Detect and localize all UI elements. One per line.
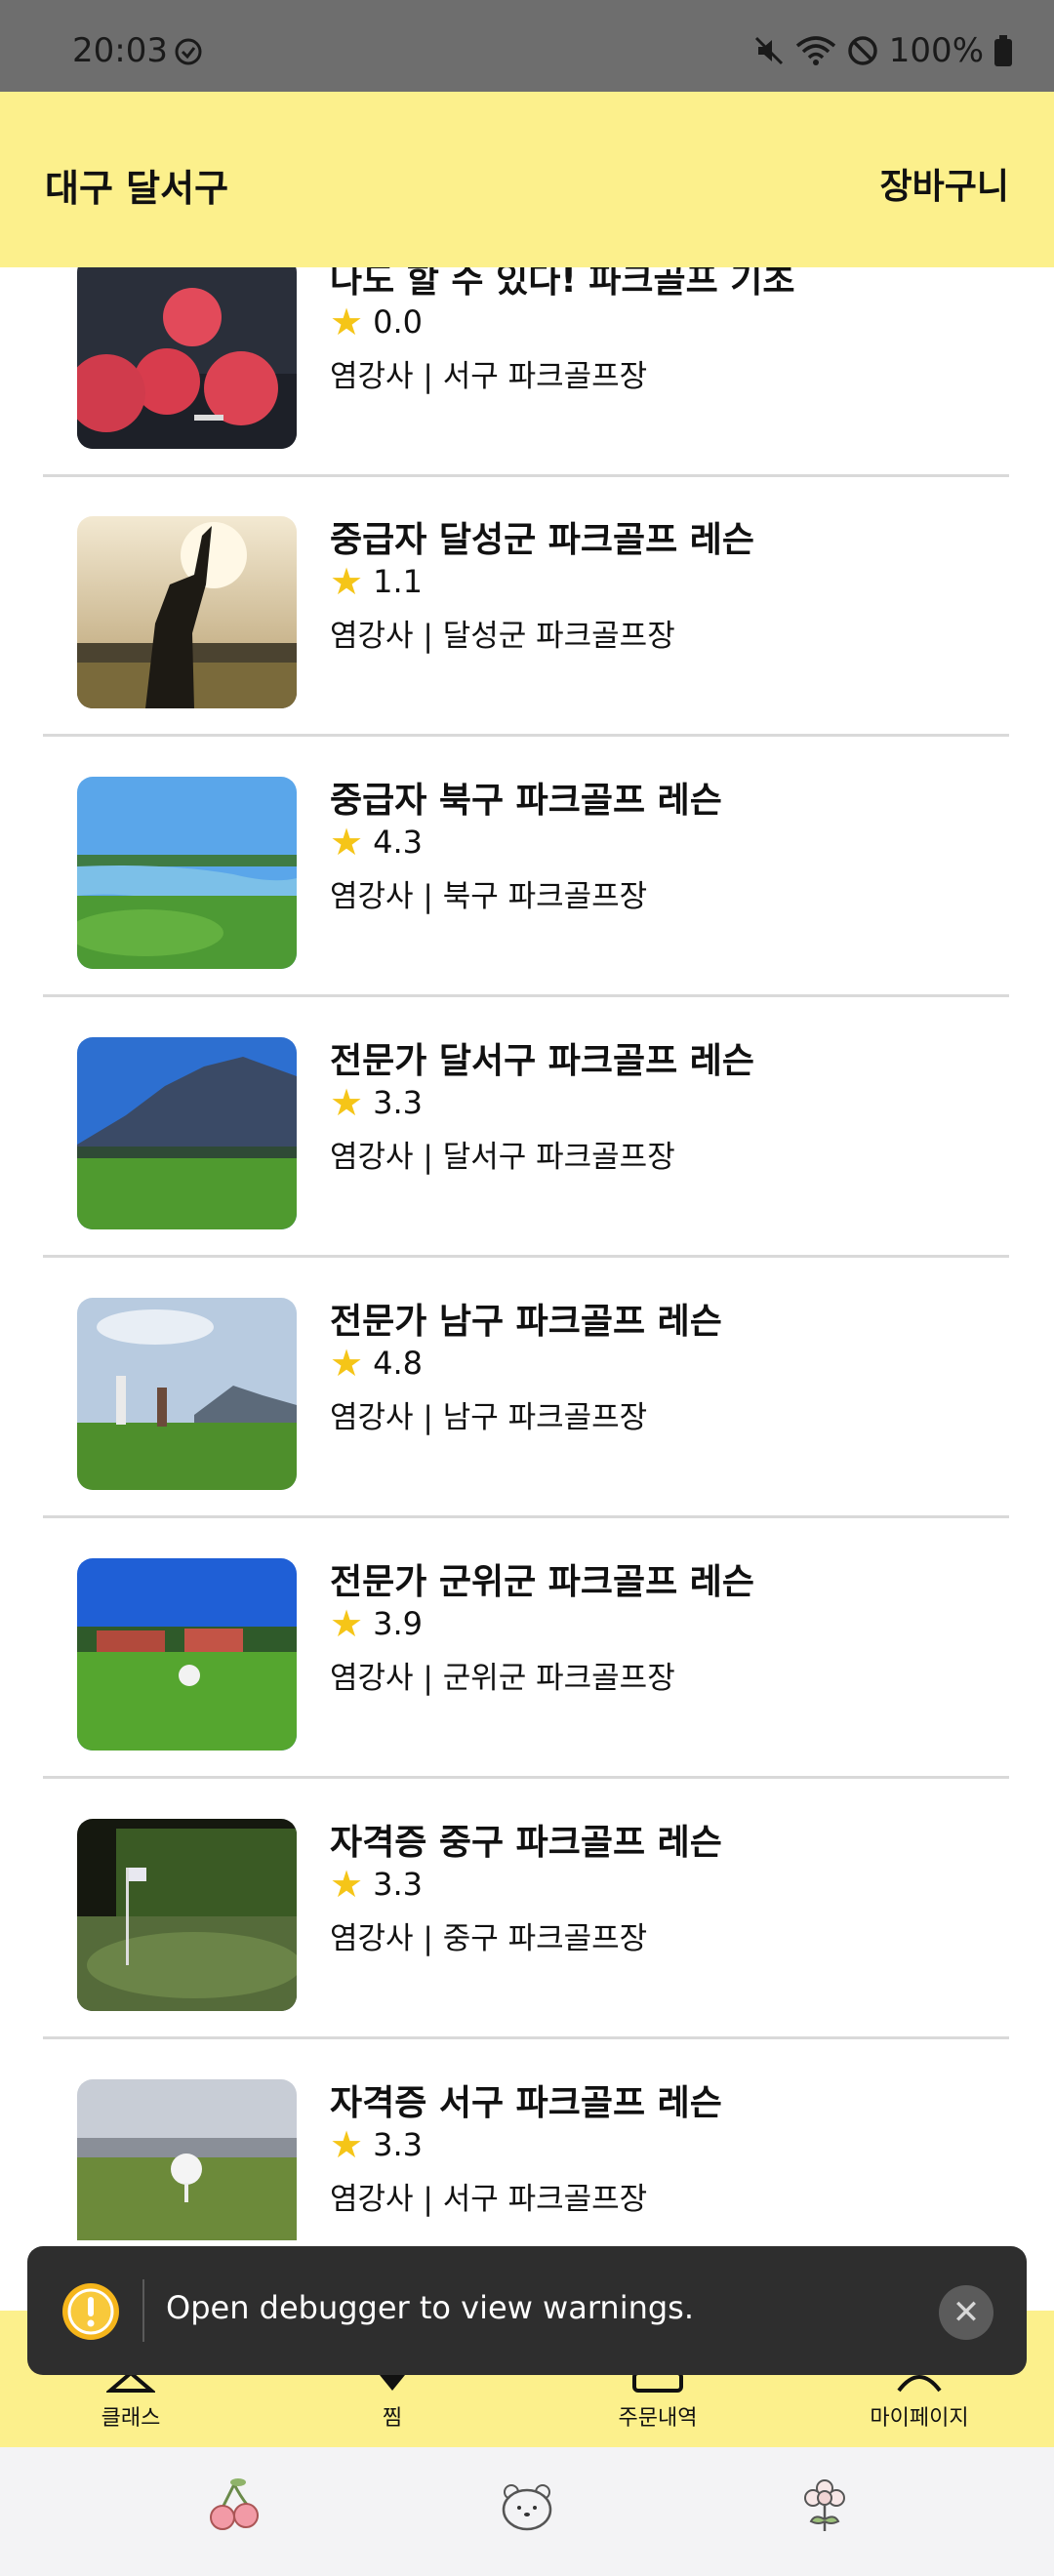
lesson-thumbnail-golfers-on-course bbox=[77, 1298, 297, 1490]
tab-mypage[interactable]: 마이페이지 bbox=[822, 2375, 1017, 2432]
lesson-item[interactable]: 중급자 북구 파크골프 레슨 ★ 4.3 염강사 | 북구 파크골프장 bbox=[43, 772, 1009, 1032]
lesson-title: 나도 할 수 있다! 파크골프 기초 bbox=[330, 267, 795, 301]
divider bbox=[43, 2036, 1009, 2039]
lesson-rating: ★ 3.3 bbox=[330, 1863, 423, 1906]
lesson-rating: ★ 4.3 bbox=[330, 821, 423, 864]
lesson-thumbnail-golfer-sunset bbox=[77, 516, 297, 708]
lesson-thumbnail-ball-on-green bbox=[77, 1558, 297, 1751]
divider bbox=[43, 1776, 1009, 1779]
lesson-subtitle: 염강사 | 북구 파크골프장 bbox=[330, 879, 648, 914]
lesson-rating: ★ 1.1 bbox=[330, 560, 423, 603]
divider bbox=[43, 474, 1009, 477]
star-icon: ★ bbox=[330, 2123, 364, 2166]
lesson-title: 자격증 중구 파크골프 레슨 bbox=[330, 1823, 722, 1863]
debug-warning-toast[interactable]: Open debugger to view warnings. ✕ bbox=[27, 2246, 1027, 2375]
tab-class[interactable]: 클래스 bbox=[33, 2370, 228, 2432]
lesson-item[interactable]: 전문가 군위군 파크골프 레슨 ★ 3.9 염강사 | 군위군 파크골프장 bbox=[43, 1553, 1009, 1814]
battery-percent: 100% bbox=[888, 31, 984, 70]
cart-button[interactable]: 장바구니 bbox=[880, 158, 1009, 209]
lesson-item[interactable]: 중급자 달성군 파크골프 레슨 ★ 1.1 염강사 | 달성군 파크골프장 bbox=[43, 511, 1009, 772]
status-time: 20:03 bbox=[72, 31, 168, 70]
lesson-rating: ★ 4.8 bbox=[330, 1342, 423, 1385]
no-disturb-icon bbox=[848, 36, 877, 65]
star-icon: ★ bbox=[330, 301, 364, 343]
tab-wishlist[interactable]: 찜 bbox=[295, 2375, 490, 2432]
star-icon: ★ bbox=[330, 560, 364, 603]
warning-icon bbox=[62, 2283, 119, 2340]
battery-icon bbox=[994, 35, 1012, 66]
lesson-item[interactable]: 나도 할 수 있다! 파크골프 기초 ★ 0.0 염강사 | 서구 파크골프장 bbox=[43, 267, 1009, 512]
lesson-list[interactable]: 나도 할 수 있다! 파크골프 기초 ★ 0.0 염강사 | 서구 파크골프장 … bbox=[0, 267, 1054, 2240]
lesson-subtitle: 염강사 | 군위군 파크골프장 bbox=[330, 1661, 675, 1696]
lesson-subtitle: 염강사 | 남구 파크골프장 bbox=[330, 1400, 648, 1435]
divider bbox=[43, 994, 1009, 997]
flower-icon[interactable] bbox=[795, 2476, 854, 2535]
lesson-subtitle: 염강사 | 중구 파크골프장 bbox=[330, 1921, 648, 1956]
mute-icon bbox=[754, 36, 783, 65]
lesson-rating: ★ 3.3 bbox=[330, 1081, 423, 1124]
lesson-title: 중급자 북구 파크골프 레슨 bbox=[330, 781, 722, 821]
star-icon: ★ bbox=[330, 1342, 364, 1385]
lesson-thumbnail-golf-course-mountains bbox=[77, 1037, 297, 1229]
star-icon: ★ bbox=[330, 1602, 364, 1645]
lesson-subtitle: 염강사 | 서구 파크골프장 bbox=[330, 2182, 648, 2217]
lesson-thumbnail-green-with-flag bbox=[77, 1819, 297, 2011]
lesson-item[interactable]: 전문가 남구 파크골프 레슨 ★ 4.8 염강사 | 남구 파크골프장 bbox=[43, 1293, 1009, 1553]
lesson-thumbnail-red-golf-balls bbox=[77, 267, 297, 449]
lesson-title: 자격증 서구 파크골프 레슨 bbox=[330, 2083, 722, 2123]
lesson-rating: ★ 3.9 bbox=[330, 1602, 423, 1645]
lesson-title: 중급자 달성군 파크골프 레슨 bbox=[330, 520, 755, 560]
lesson-title: 전문가 군위군 파크골프 레슨 bbox=[330, 1562, 755, 1602]
lesson-item[interactable]: 자격증 서구 파크골프 레슨 ★ 3.3 염강사 | 서구 파크골프장 bbox=[43, 2074, 1009, 2240]
star-icon: ★ bbox=[330, 1081, 364, 1124]
status-bar: 20:03 100% bbox=[0, 0, 1054, 92]
tab-orders[interactable]: 주문내역 bbox=[560, 2371, 755, 2432]
toast-divider bbox=[142, 2279, 144, 2342]
lesson-thumbnail-ball-on-tee bbox=[77, 2079, 297, 2240]
lesson-subtitle: 염강사 | 서구 파크골프장 bbox=[330, 359, 648, 394]
bear-icon[interactable] bbox=[498, 2476, 556, 2535]
divider bbox=[43, 1515, 1009, 1518]
lesson-title: 전문가 달서구 파크골프 레슨 bbox=[330, 1041, 755, 1081]
lesson-item[interactable]: 전문가 달서구 파크골프 레슨 ★ 3.3 염강사 | 달서구 파크골프장 bbox=[43, 1032, 1009, 1293]
toast-message: Open debugger to view warnings. bbox=[166, 2289, 695, 2326]
star-icon: ★ bbox=[330, 1863, 364, 1906]
lesson-rating: ★ 0.0 bbox=[330, 301, 423, 343]
lesson-thumbnail-golf-course-lake bbox=[77, 777, 297, 969]
lesson-item[interactable]: 자격증 중구 파크골프 레슨 ★ 3.3 염강사 | 중구 파크골프장 bbox=[43, 1814, 1009, 2074]
lesson-rating: ★ 3.3 bbox=[330, 2123, 423, 2166]
system-navigation bbox=[0, 2447, 1054, 2576]
app-header: 대구 달서구 장바구니 bbox=[0, 92, 1054, 267]
cherry-icon[interactable] bbox=[205, 2476, 264, 2535]
lesson-subtitle: 염강사 | 달성군 파크골프장 bbox=[330, 619, 675, 654]
location-title[interactable]: 대구 달서구 bbox=[45, 158, 228, 212]
star-icon: ★ bbox=[330, 821, 364, 864]
divider bbox=[43, 1255, 1009, 1258]
lesson-subtitle: 염강사 | 달서구 파크골프장 bbox=[330, 1140, 675, 1175]
divider bbox=[43, 734, 1009, 737]
wifi-icon bbox=[795, 36, 835, 65]
status-icons: 100% bbox=[752, 31, 1013, 70]
close-icon[interactable]: ✕ bbox=[939, 2285, 993, 2340]
lesson-title: 전문가 남구 파크골프 레슨 bbox=[330, 1302, 722, 1342]
sync-icon bbox=[175, 38, 202, 65]
